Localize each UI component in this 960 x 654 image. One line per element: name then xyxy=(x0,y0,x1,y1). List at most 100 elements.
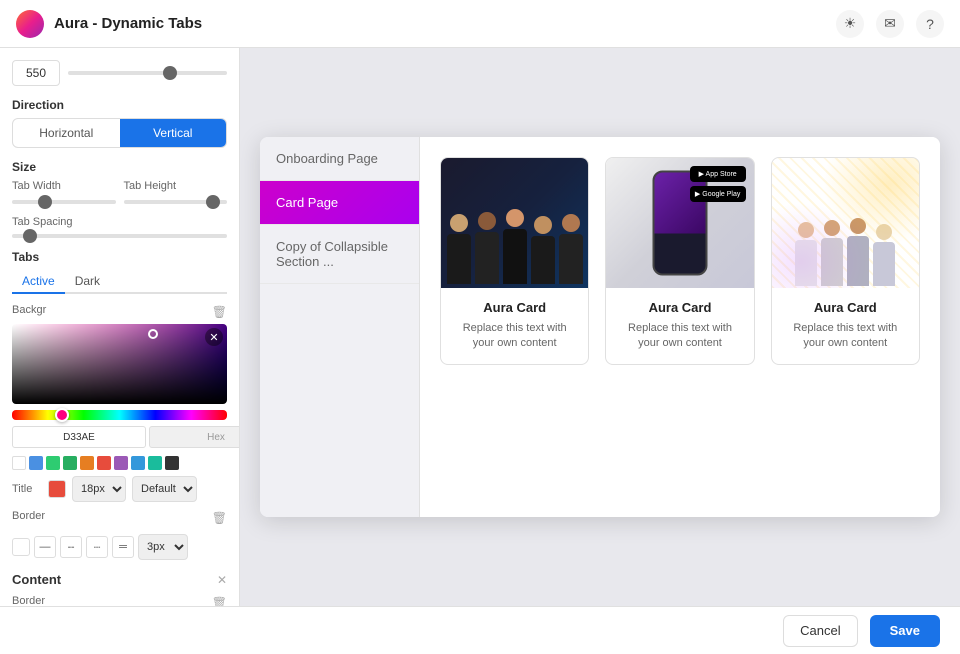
sun-icon[interactable]: ☀ xyxy=(836,10,864,38)
active-tab[interactable]: Active xyxy=(12,270,65,294)
swatch-lightblue[interactable] xyxy=(131,456,145,470)
hue-bar[interactable] xyxy=(12,410,227,420)
sidebar: Direction Horizontal Vertical Size Tab W… xyxy=(0,48,240,654)
group-body-1 xyxy=(795,240,817,286)
hue-thumb[interactable] xyxy=(55,408,69,422)
main-canvas: Onboarding Page Card Page Copy of Collap… xyxy=(240,48,960,606)
tab-spacing-thumb[interactable] xyxy=(23,229,37,243)
group-person-2 xyxy=(821,220,843,286)
tab-width-label: Tab Width xyxy=(12,180,116,192)
border-label: Border xyxy=(12,510,45,522)
swatch-teal[interactable] xyxy=(148,456,162,470)
app-store-badge[interactable]: ▶ App Store xyxy=(690,166,746,182)
person-body-1 xyxy=(447,234,471,284)
group-head-4 xyxy=(876,224,892,240)
vertical-btn[interactable]: Vertical xyxy=(120,119,227,147)
person-5 xyxy=(559,214,583,284)
dark-tab[interactable]: Dark xyxy=(65,270,110,294)
card-2-image: ▶ App Store ▶ Google Play xyxy=(606,158,753,288)
color-picker-dot[interactable] xyxy=(148,329,158,339)
group-row xyxy=(772,158,919,288)
swatch-purple[interactable] xyxy=(114,456,128,470)
google-play-badge[interactable]: ▶ Google Play xyxy=(690,186,746,202)
card-3-body: Aura Card Replace this text with your ow… xyxy=(772,288,919,364)
swatch-white[interactable] xyxy=(12,456,26,470)
swatch-darkgreen[interactable] xyxy=(63,456,77,470)
swatch-red[interactable] xyxy=(97,456,111,470)
top-bar-icons: ☀ ✉ ? xyxy=(836,10,944,38)
content-title: Content xyxy=(12,572,61,587)
save-button[interactable]: Save xyxy=(870,615,940,647)
border-color-dot[interactable] xyxy=(12,538,30,556)
tab-width-thumb[interactable] xyxy=(38,195,52,209)
title-font-label: Title xyxy=(12,483,42,495)
size-section: Size Tab Width Tab Height xyxy=(12,160,227,204)
tabs-section: Tabs Active Dark Backgr 🗑 ✕ xyxy=(12,250,227,560)
cancel-button[interactable]: Cancel xyxy=(783,615,857,647)
border-btn-1[interactable]: — xyxy=(34,536,56,558)
card-3-title: Aura Card xyxy=(784,300,907,315)
people-row xyxy=(441,158,588,288)
person-head-1 xyxy=(450,214,468,232)
help-icon[interactable]: ? xyxy=(916,10,944,38)
color-swatches xyxy=(12,456,227,470)
main-slider-thumb[interactable] xyxy=(163,66,177,80)
color-picker-close[interactable]: ✕ xyxy=(205,328,223,346)
group-head-2 xyxy=(824,220,840,236)
app-store-text: ▶ App Store xyxy=(699,170,737,178)
card-3-image xyxy=(772,158,919,288)
tab-height-thumb[interactable] xyxy=(206,195,220,209)
color-inputs-row xyxy=(12,426,227,448)
swatch-orange[interactable] xyxy=(80,456,94,470)
border-size-select[interactable]: 3px 1px 2px xyxy=(138,534,188,560)
hex-label-input[interactable] xyxy=(149,426,240,448)
font-size-select[interactable]: 18px 14px 16px 20px xyxy=(72,476,126,502)
border-btn-2[interactable]: ╌ xyxy=(60,536,82,558)
size-sliders: Tab Width Tab Height xyxy=(12,180,227,204)
person-body-2 xyxy=(475,232,499,284)
aura-card-3: Aura Card Replace this text with your ow… xyxy=(771,157,920,365)
border-trash-btn[interactable]: 🗑 xyxy=(212,511,227,525)
onboarding-page-item[interactable]: Onboarding Page xyxy=(260,137,419,181)
title-font-row: Title 18px 14px 16px 20px Default Serif xyxy=(12,476,227,502)
border-section-header: Border 🗑 xyxy=(12,510,227,526)
border-btn-3[interactable]: ┄ xyxy=(86,536,108,558)
content-trash-btn[interactable]: ✕ xyxy=(217,573,227,587)
background-trash-btn[interactable]: 🗑 xyxy=(212,305,227,319)
main-slider-input[interactable] xyxy=(12,60,60,86)
direction-toggle: Horizontal Vertical xyxy=(12,118,227,148)
group-person-1 xyxy=(795,222,817,286)
person-head-3 xyxy=(506,209,524,227)
card-page-item[interactable]: Card Page xyxy=(260,181,419,225)
content-section-header: Content ✕ xyxy=(12,572,227,587)
google-play-text: ▶ Google Play xyxy=(695,190,740,198)
swatch-green[interactable] xyxy=(46,456,60,470)
hex-input[interactable] xyxy=(12,426,146,448)
group-person-3 xyxy=(847,218,869,286)
tab-spacing-track[interactable] xyxy=(12,234,227,238)
horizontal-btn[interactable]: Horizontal xyxy=(13,119,120,147)
border-btn-4[interactable]: ═ xyxy=(112,536,134,558)
card-1-text: Replace this text with your own content xyxy=(453,321,576,352)
cards-area: Aura Card Replace this text with your ow… xyxy=(420,137,940,517)
bottom-bar: Cancel Save xyxy=(0,606,960,654)
swatch-dark[interactable] xyxy=(165,456,179,470)
background-color-row: Backgr 🗑 xyxy=(12,304,227,320)
top-bar: Aura - Dynamic Tabs ☀ ✉ ? xyxy=(0,0,960,48)
person-head-2 xyxy=(478,212,496,230)
background-label: Backgr xyxy=(12,304,46,316)
tab-height-item: Tab Height xyxy=(124,180,228,204)
font-family-select[interactable]: Default Serif xyxy=(132,476,197,502)
collapsible-page-item[interactable]: Copy of Collapsible Section ... xyxy=(260,225,419,284)
title-color-dot[interactable] xyxy=(48,480,66,498)
card-2-body: Aura Card Replace this text with your ow… xyxy=(606,288,753,364)
tab-height-track[interactable] xyxy=(124,200,228,204)
swatch-blue[interactable] xyxy=(29,456,43,470)
tabs-label: Tabs xyxy=(12,250,227,264)
tab-width-track[interactable] xyxy=(12,200,116,204)
mail-icon[interactable]: ✉ xyxy=(876,10,904,38)
color-picker-area[interactable]: ✕ xyxy=(12,324,227,404)
person-body-5 xyxy=(559,234,583,284)
main-slider-track[interactable] xyxy=(68,71,227,75)
direction-section: Direction Horizontal Vertical xyxy=(12,98,227,148)
